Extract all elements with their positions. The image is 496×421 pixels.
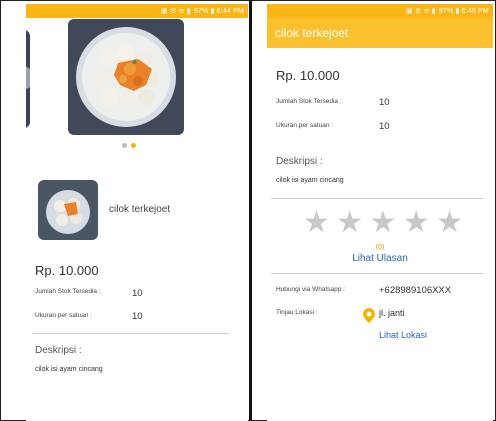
location-label: Tinjau Lokasi : (276, 309, 318, 316)
battery-level: 97% (438, 7, 454, 15)
panel-divider (249, 0, 252, 421)
description-title: Deskripsi : (276, 156, 323, 167)
description-text: cilok isi ayam cincang (276, 177, 344, 184)
status-bar: ▣ ⚙ ≋ ▮ 97% ▮ 6:44 PM (26, 4, 248, 18)
battery-level: 97% (193, 7, 209, 15)
unit-value: 10 (379, 121, 390, 132)
star-icon[interactable]: ★ (403, 208, 430, 238)
signal-wifi-icons: ▣ ⚙ ≋ ▮ (160, 8, 191, 15)
description-title: Deskripsi : (35, 345, 82, 356)
star-icon[interactable]: ★ (303, 208, 330, 238)
star-icon[interactable]: ★ (336, 208, 363, 238)
view-reviews-link[interactable]: Lihat Ulasan (267, 253, 493, 264)
indicator-dot-active[interactable] (131, 143, 137, 148)
carousel-indicator (122, 141, 137, 148)
status-time: 6:45 PM (461, 7, 489, 15)
view-location-link[interactable]: Lihat Lokasi (379, 330, 427, 340)
signal-wifi-icons: ▣ ⚙ ≋ ▮ (405, 8, 436, 15)
indicator-dot[interactable] (122, 143, 127, 148)
status-bar: ▣ ⚙ ≋ ▮ 97% ▮ 6:45 PM (267, 4, 493, 18)
right-screen: ▣ ⚙ ≋ ▮ 97% ▮ 6:45 PM cilok terkejoet Rp… (267, 4, 493, 421)
status-time: 6:44 PM (216, 7, 244, 15)
section-divider (271, 198, 483, 199)
section-divider (32, 333, 229, 334)
carousel-prev-image[interactable] (26, 30, 30, 128)
product-name: cilok terkejoet (109, 204, 171, 215)
description-text: cilok isi ayam cincang (35, 366, 103, 373)
product-price: Rp. 10.000 (35, 263, 99, 278)
rating-stars[interactable]: ★ ★ ★ ★ ★ (303, 208, 463, 238)
stock-label: Jumlah Stok Tersedia : (276, 98, 342, 105)
page-title: cilok terkejoet (275, 26, 349, 40)
carousel-main-image[interactable] (68, 19, 184, 135)
product-price: Rp. 10.000 (276, 68, 340, 83)
location-address: jl. janti (379, 308, 405, 318)
left-screen: ▣ ⚙ ≋ ▮ 97% ▮ 6:44 PM cilok terkejoet Rp… (26, 4, 248, 421)
unit-value: 10 (132, 311, 143, 322)
star-icon[interactable]: ★ (370, 208, 397, 238)
product-thumbnail (38, 180, 98, 240)
whatsapp-label: Hubungi via Whatsapp : (276, 286, 346, 293)
unit-label: Ukuran per satuan : (35, 312, 93, 319)
stock-value: 10 (132, 288, 143, 299)
battery-icon: ▮ (210, 8, 215, 15)
location-pin-icon (363, 308, 375, 328)
section-divider (271, 273, 483, 274)
rating-count: (0) (375, 244, 385, 251)
whatsapp-number[interactable]: +628989106XXX (379, 285, 451, 296)
unit-label: Ukuran per satuan : (276, 122, 334, 129)
battery-icon: ▮ (455, 8, 460, 15)
app-bar: cilok terkejoet (267, 18, 493, 48)
star-icon[interactable]: ★ (436, 208, 463, 238)
stock-value: 10 (379, 97, 390, 108)
stock-label: Jumlah Stok Tersedia : (35, 288, 101, 295)
